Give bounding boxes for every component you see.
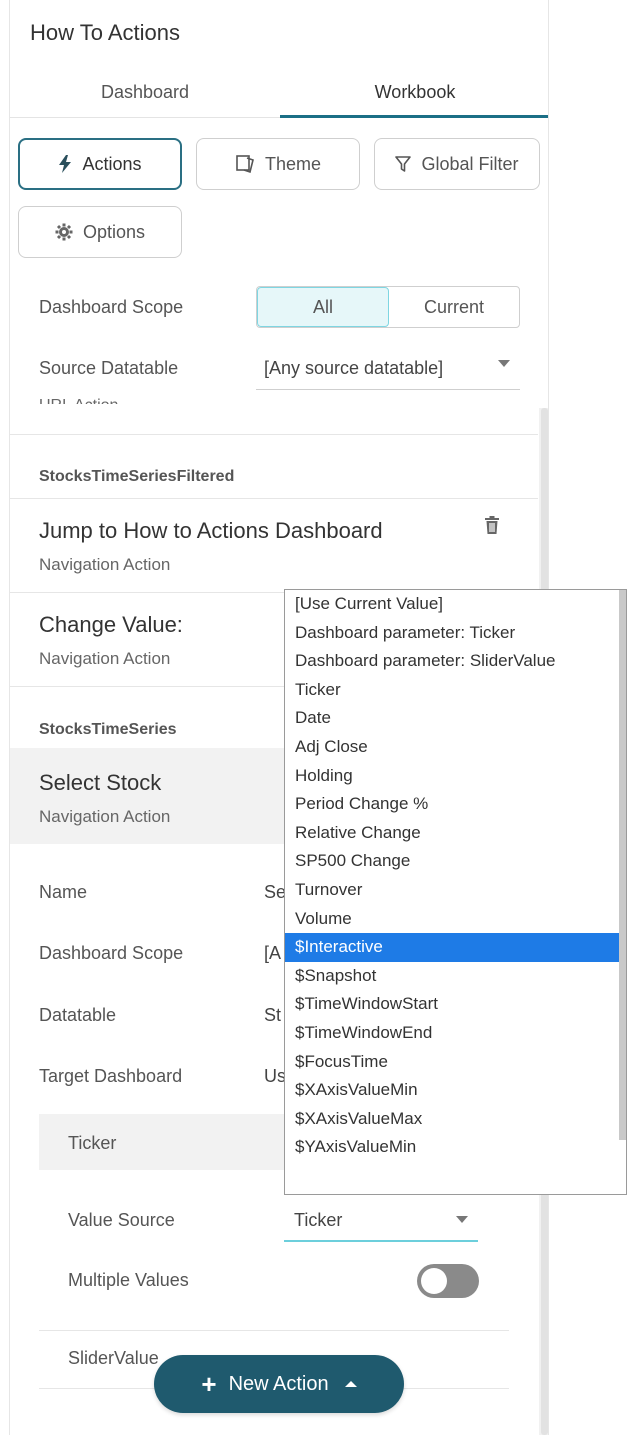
global-filter-button-label: Global Filter xyxy=(421,153,519,174)
divider xyxy=(10,434,538,435)
divider xyxy=(10,498,538,499)
group-header: StocksTimeSeriesFiltered xyxy=(39,468,235,485)
target-dashboard-label: Target Dashboard xyxy=(39,1066,183,1086)
tab-workbook[interactable]: Workbook xyxy=(280,78,548,118)
action-title: Jump to How to Actions Dashboard xyxy=(39,518,383,543)
action-title: Change Value: xyxy=(39,612,183,637)
filter-icon xyxy=(395,156,412,172)
parameter-name: Ticker xyxy=(68,1133,117,1153)
dropdown-option[interactable]: $FocusTime xyxy=(285,1048,626,1077)
tab-dashboard[interactable]: Dashboard xyxy=(10,78,280,118)
chevron-down-icon xyxy=(498,360,510,367)
dropdown-option[interactable]: Period Change % xyxy=(285,790,626,819)
source-datatable-value: [Any source datatable] xyxy=(264,358,444,378)
dropdown-option[interactable]: Holding xyxy=(285,762,626,791)
scope-segmented-control: All Current xyxy=(256,286,520,328)
dropdown-option[interactable]: $TimeWindowEnd xyxy=(285,1019,626,1048)
theme-button[interactable]: Theme xyxy=(196,138,360,190)
trash-icon[interactable] xyxy=(484,516,500,535)
theme-button-label: Theme xyxy=(264,153,322,174)
name-label: Name xyxy=(39,882,88,902)
scope-label: Dashboard Scope xyxy=(39,297,184,317)
action-type: Navigation Action xyxy=(39,555,171,574)
source-datatable-label: Source Datatable xyxy=(39,358,179,378)
options-button[interactable]: Options xyxy=(18,206,182,258)
global-filter-button[interactable]: Global Filter xyxy=(374,138,540,190)
multiple-values-label: Multiple Values xyxy=(68,1270,189,1290)
lightning-icon xyxy=(59,155,72,173)
scope-current-button[interactable]: Current xyxy=(389,287,519,327)
scope-all-button[interactable]: All xyxy=(257,287,389,327)
new-action-button[interactable]: + New Action xyxy=(154,1355,404,1413)
multiple-values-toggle[interactable] xyxy=(417,1264,479,1298)
dropdown-option[interactable]: Dashboard parameter: Ticker xyxy=(285,619,626,648)
parameter-name: SliderValue xyxy=(68,1348,159,1368)
action-title: Select Stock xyxy=(39,770,162,795)
actions-button-label: Actions xyxy=(82,153,142,174)
value-source-dropdown: [Use Current Value] Dashboard parameter:… xyxy=(284,589,627,1195)
plus-icon: + xyxy=(201,1369,217,1399)
toggle-knob xyxy=(421,1268,447,1294)
source-datatable-select[interactable]: [Any source datatable] xyxy=(256,350,520,390)
dropdown-option[interactable]: $TimeWindowStart xyxy=(285,990,626,1019)
value-source-select[interactable]: Ticker xyxy=(284,1200,478,1242)
dropdown-option[interactable]: Dashboard parameter: SliderValue xyxy=(285,647,626,676)
action-type: Navigation Action xyxy=(39,807,171,826)
dropdown-option[interactable]: $YAxisValueMin xyxy=(285,1133,626,1162)
dropdown-option[interactable]: SP500 Change xyxy=(285,847,626,876)
dropdown-option-highlighted[interactable]: $Interactive xyxy=(285,933,626,962)
dropdown-option[interactable]: Date xyxy=(285,704,626,733)
group-header: StocksTimeSeries xyxy=(39,721,177,738)
value-source-label: Value Source xyxy=(68,1210,175,1230)
dropdown-option[interactable]: $XAxisValueMax xyxy=(285,1105,626,1134)
gear-icon xyxy=(55,223,73,241)
divider xyxy=(39,1330,509,1331)
actions-button[interactable]: Actions xyxy=(18,138,182,190)
dropdown-scrollbar[interactable] xyxy=(619,590,626,1140)
datatable-label: Datatable xyxy=(39,1005,117,1025)
value-source-value: Ticker xyxy=(294,1210,343,1230)
panel-title: How To Actions xyxy=(30,20,181,45)
chevron-down-icon xyxy=(456,1216,468,1223)
clipped-action-type: URL Action xyxy=(39,392,118,404)
dropdown-option[interactable]: Relative Change xyxy=(285,819,626,848)
action-type: Navigation Action xyxy=(39,649,171,668)
new-action-label: New Action xyxy=(228,1372,329,1395)
dropdown-option[interactable]: [Use Current Value] xyxy=(285,590,626,619)
dropdown-option[interactable]: $XAxisValueMin xyxy=(285,1076,626,1105)
dashboard-scope-label: Dashboard Scope xyxy=(39,943,184,963)
dropdown-option[interactable]: Adj Close xyxy=(285,733,626,762)
theme-icon xyxy=(236,155,254,174)
options-button-label: Options xyxy=(82,221,146,242)
dropdown-option[interactable]: $Snapshot xyxy=(285,962,626,991)
tab-bar: Dashboard Workbook xyxy=(10,72,548,118)
chevron-up-icon xyxy=(344,1381,357,1387)
dropdown-option[interactable]: Ticker xyxy=(285,676,626,705)
dropdown-option[interactable]: Volume xyxy=(285,905,626,934)
dropdown-option[interactable]: Turnover xyxy=(285,876,626,905)
